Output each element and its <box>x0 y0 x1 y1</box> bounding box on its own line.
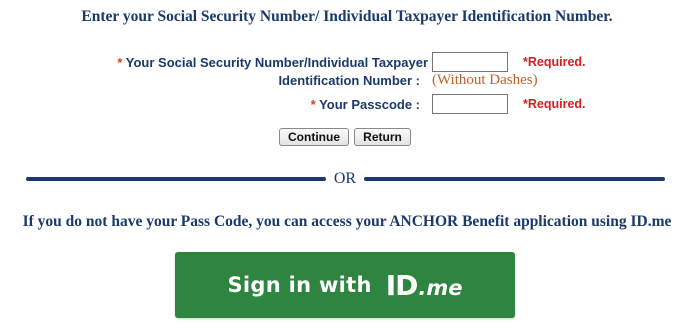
ssn-label-line1: Your Social Security Number/Individual T… <box>125 55 428 70</box>
divider-left <box>26 177 326 181</box>
idme-logo: ID .me <box>386 269 463 302</box>
divider-or-text: OR <box>333 170 357 187</box>
idme-instructions: If you do not have your Pass Code, you c… <box>22 213 672 230</box>
passcode-label: * Your Passcode : <box>200 97 420 112</box>
ssn-label: * Your Social Security Number/Individual… <box>40 54 428 90</box>
ssn-format-hint: (Without Dashes) <box>432 72 538 88</box>
idme-button-label: Sign in with <box>227 273 372 297</box>
sign-in-with-idme-button[interactable]: Sign in with ID .me <box>175 252 515 318</box>
passcode-required-marker: * <box>310 97 316 112</box>
idme-logo-me: .me <box>418 275 463 300</box>
passcode-input[interactable] <box>432 94 508 114</box>
passcode-label-text: Your Passcode : <box>319 97 420 112</box>
return-button[interactable]: Return <box>354 128 411 146</box>
idme-logo-id: ID <box>385 268 419 302</box>
divider-right <box>364 177 665 181</box>
ssn-input[interactable] <box>432 52 508 72</box>
ssn-label-line2: Identification Number : <box>278 73 420 88</box>
ssn-required-marker: * <box>117 55 123 70</box>
continue-button[interactable]: Continue <box>279 128 349 146</box>
ssn-required-text: *Required. <box>523 55 586 69</box>
page-title: Enter your Social Security Number/ Indiv… <box>81 8 613 25</box>
passcode-required-text: *Required. <box>523 97 586 111</box>
